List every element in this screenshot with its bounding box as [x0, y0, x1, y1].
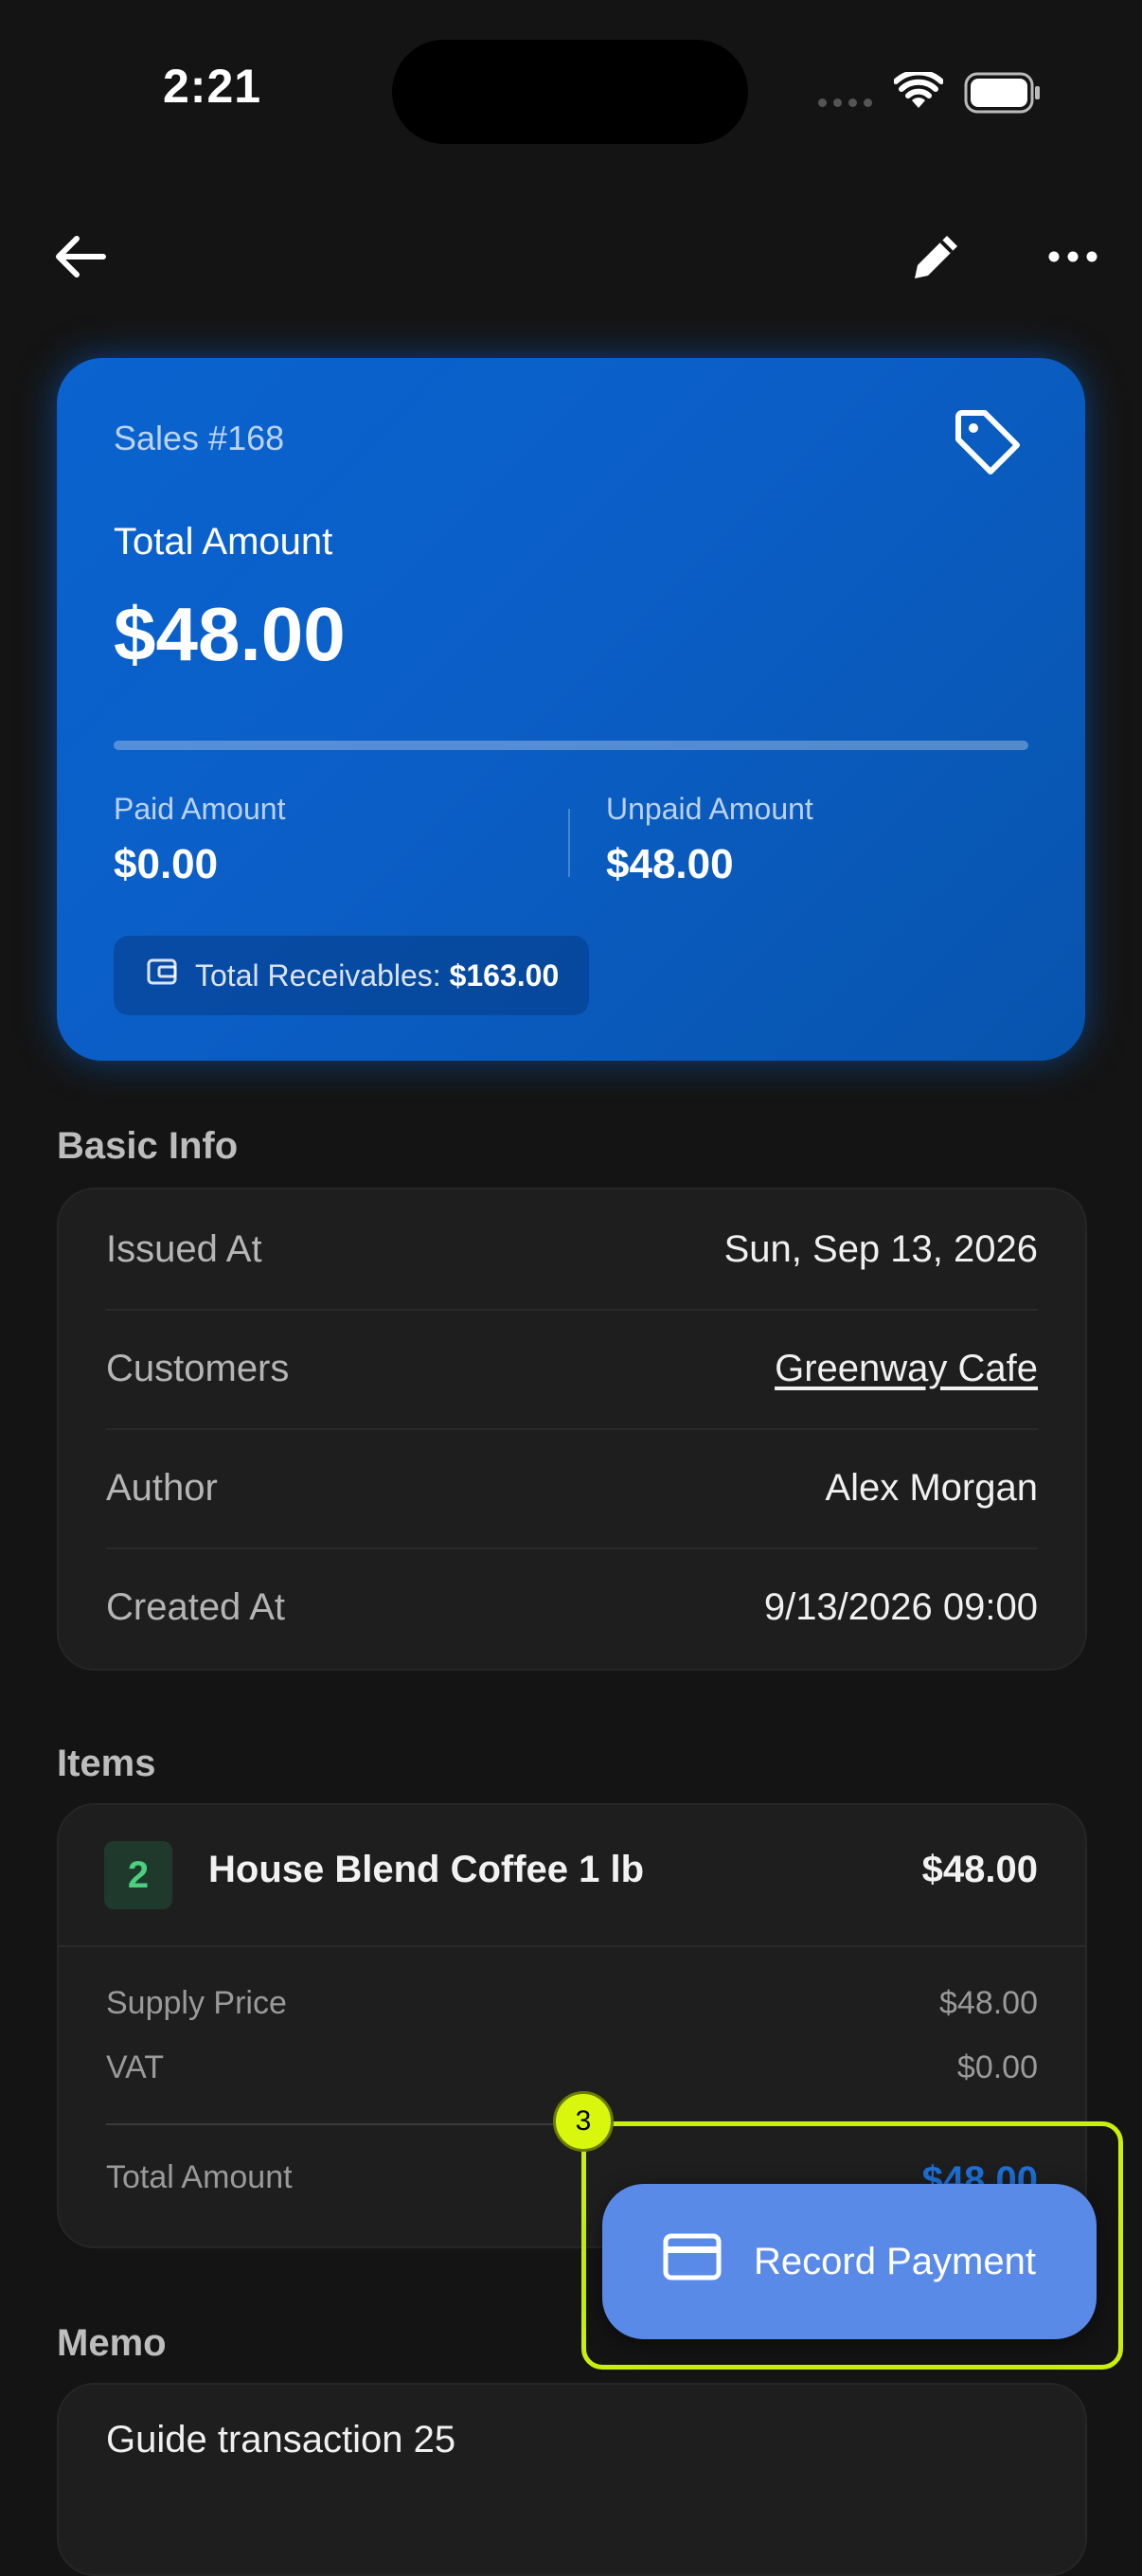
sales-summary-card: Sales #168 Total Amount $48.00 Paid Amou… — [57, 358, 1085, 1061]
info-label: Created At — [106, 1585, 286, 1628]
total-amount-value: $48.00 — [114, 592, 346, 676]
total-receivables-chip[interactable]: Total Receivables: $163.00 — [114, 936, 590, 1015]
total-amount-label: Total Amount — [114, 521, 333, 563]
summary-divider — [568, 809, 570, 877]
item-name: House Blend Coffee 1 lb — [208, 1849, 645, 1890]
info-label: Customers — [106, 1347, 290, 1389]
quantity-badge: 2 — [104, 1841, 172, 1909]
price-tag-icon — [953, 407, 1025, 484]
paid-amount-value: $0.00 — [114, 841, 219, 887]
wallet-icon — [146, 956, 178, 995]
supply-price-label: Supply Price — [106, 1985, 287, 2021]
items-title: Items — [57, 1743, 156, 1784]
paid-amount-label: Paid Amount — [114, 792, 286, 826]
record-payment-button[interactable]: Record Payment — [602, 2184, 1097, 2339]
unpaid-amount-value: $48.00 — [606, 841, 734, 887]
vat-label: VAT — [106, 2049, 165, 2085]
item-amount: $48.00 — [921, 1849, 1038, 1890]
info-row-issued-at: Issued At Sun, Sep 13, 2026 — [106, 1190, 1038, 1309]
info-value: 9/13/2026 09:00 — [763, 1585, 1038, 1628]
basic-info-title: Basic Info — [57, 1125, 239, 1167]
info-row-author: Author Alex Morgan — [106, 1428, 1038, 1547]
edit-pencil-icon[interactable] — [903, 224, 970, 290]
supply-price-value: $48.00 — [939, 1985, 1038, 2021]
info-row-created-at: Created At 9/13/2026 09:00 — [106, 1547, 1038, 1667]
memo-title: Memo — [57, 2322, 167, 2364]
supply-price-row: Supply Price $48.00 — [106, 1985, 1038, 2022]
receivables-label: Total Receivables: — [195, 957, 441, 993]
basic-info-card: Issued At Sun, Sep 13, 2026 Customers Gr… — [57, 1188, 1087, 1671]
credit-card-icon — [663, 2233, 722, 2290]
info-row-customers: Customers Greenway Cafe — [106, 1309, 1038, 1428]
cellular-signal-icon — [818, 98, 872, 107]
step-badge: 3 — [553, 2091, 614, 2152]
receivables-value: $163.00 — [449, 957, 560, 993]
item-total-label: Total Amount — [106, 2159, 293, 2195]
record-payment-label: Record Payment — [754, 2240, 1036, 2282]
sales-number: Sales #168 — [114, 419, 285, 457]
memo-card: Guide transaction 25 — [57, 2383, 1087, 2576]
payment-progress-bar — [114, 741, 1028, 750]
info-label: Author — [106, 1466, 218, 1509]
status-time: 2:21 — [163, 60, 262, 113]
dynamic-island — [392, 40, 748, 144]
vat-value: $0.00 — [956, 2049, 1038, 2085]
info-value: Alex Morgan — [825, 1466, 1038, 1509]
memo-text: Guide transaction 25 — [106, 2419, 456, 2460]
back-arrow-icon[interactable] — [47, 224, 114, 290]
battery-icon — [964, 72, 1042, 118]
vat-row: VAT $0.00 — [106, 2049, 1038, 2086]
row-divider — [59, 1945, 1085, 1947]
customer-link[interactable]: Greenway Cafe — [775, 1348, 1038, 1390]
unpaid-amount-label: Unpaid Amount — [606, 792, 813, 826]
info-value: Sun, Sep 13, 2026 — [723, 1227, 1038, 1270]
info-label: Issued At — [106, 1227, 262, 1270]
more-options-icon[interactable] — [1040, 224, 1106, 290]
wifi-icon — [893, 69, 944, 115]
